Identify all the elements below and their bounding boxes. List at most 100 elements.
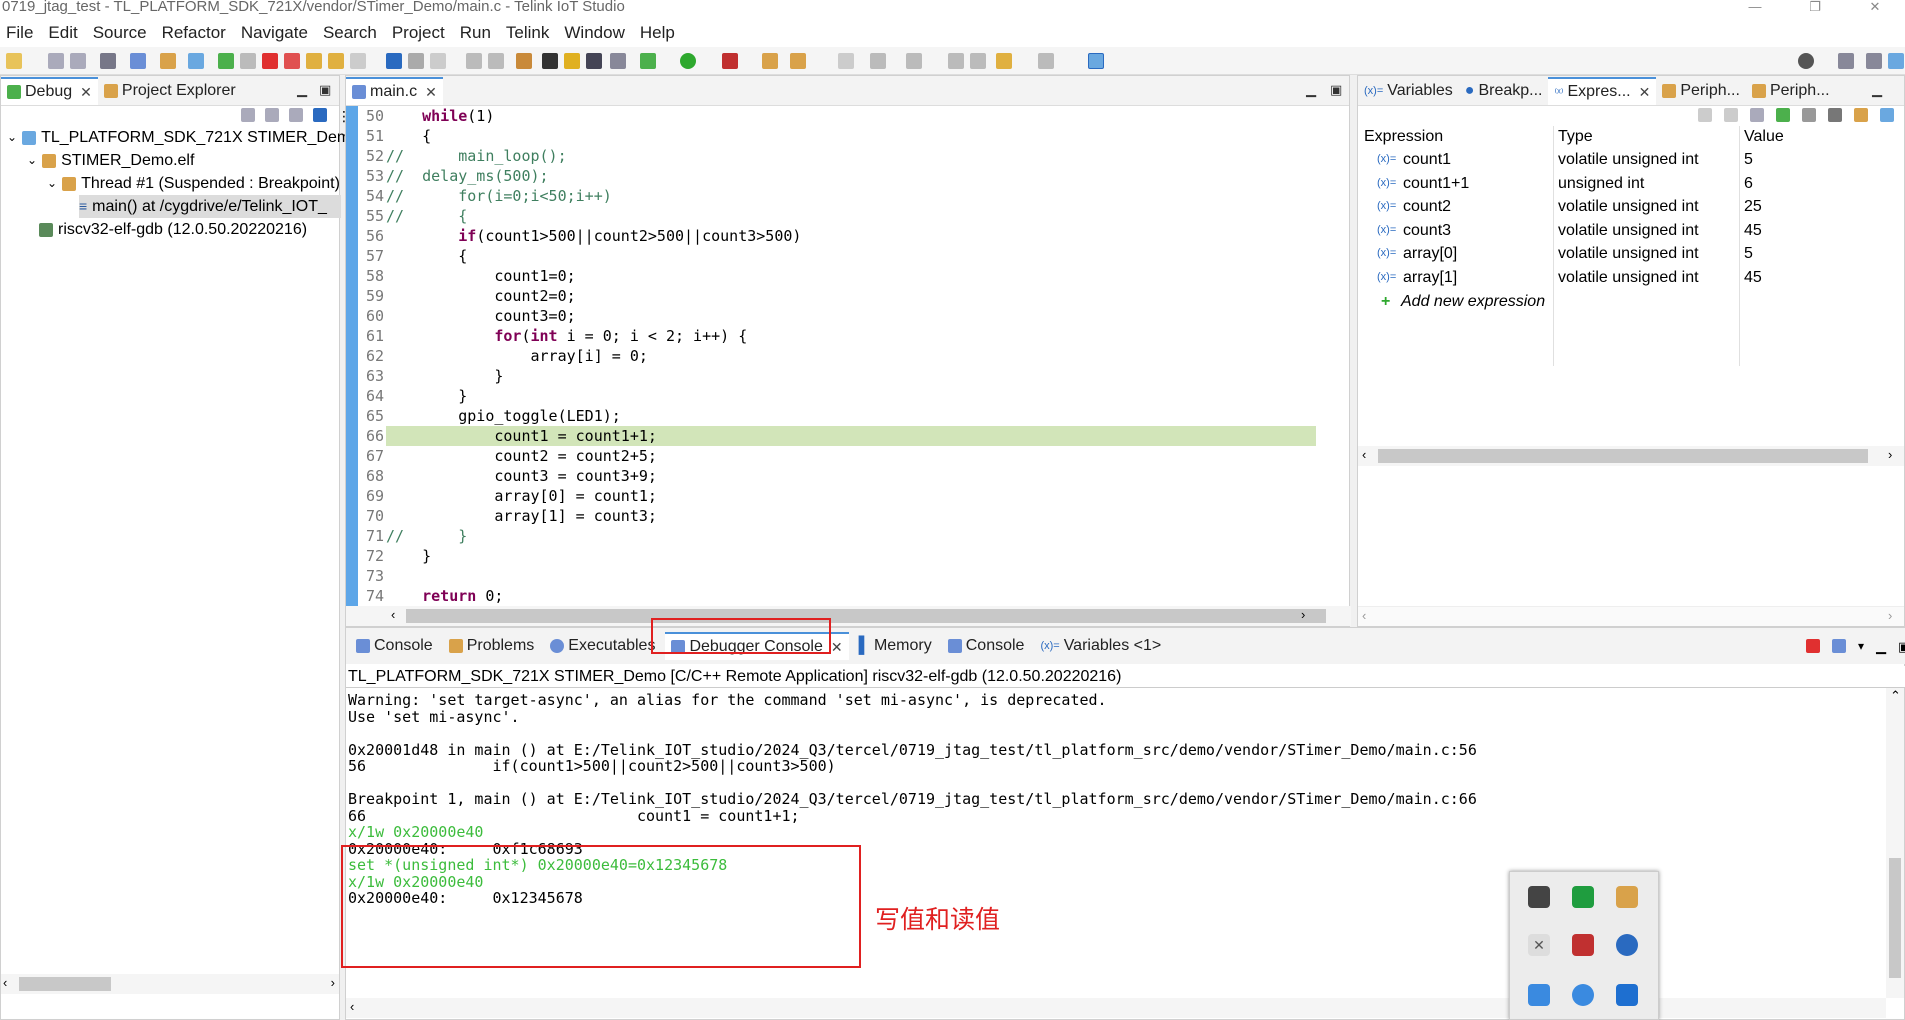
connect-icon[interactable] <box>516 53 532 69</box>
step-into-icon[interactable] <box>306 53 322 69</box>
view-menu-icon[interactable] <box>289 108 303 122</box>
scroll-right-icon[interactable]: › <box>331 975 335 990</box>
code-line[interactable]: // for(i=0;i<50;i++) <box>386 186 1316 206</box>
tab-executables[interactable]: Executables <box>544 632 661 660</box>
code-area[interactable]: while(1) {// main_loop();// delay_ms(500… <box>386 106 1316 606</box>
back-icon[interactable] <box>970 53 986 69</box>
save-icon[interactable] <box>48 53 64 69</box>
expression-row[interactable]: (x)= count3 volatile unsigned int 45 <box>1363 219 1903 242</box>
minimize-view-icon[interactable]: ▁ <box>1306 82 1316 98</box>
display-console-icon[interactable] <box>1832 639 1846 653</box>
scroll-left-icon[interactable]: ‹ <box>3 975 7 990</box>
code-line[interactable]: // } <box>386 526 1316 546</box>
code-line[interactable]: { <box>386 126 1316 146</box>
app-tray-icon[interactable] <box>1572 886 1594 908</box>
scroll-left-icon[interactable]: ‹ <box>391 607 395 622</box>
debug-perspective-icon[interactable] <box>1888 53 1904 69</box>
close-icon[interactable]: ✕ <box>80 84 92 101</box>
new-project-icon[interactable] <box>762 53 778 69</box>
maximize-view-icon[interactable]: ▣ <box>319 82 331 98</box>
chevron-down-icon[interactable]: ⌄ <box>47 172 57 195</box>
scroll-left-icon[interactable]: ‹ <box>1362 608 1366 623</box>
prev-annotation-icon[interactable] <box>906 53 922 69</box>
annotation-icon[interactable] <box>838 53 854 69</box>
expression-row[interactable]: (x)= count1 volatile unsigned int 5 <box>1363 148 1903 171</box>
maximize-view-icon[interactable]: ▣ <box>1898 639 1905 655</box>
menu-window[interactable]: Window <box>558 23 633 43</box>
code-line[interactable]: } <box>386 546 1316 566</box>
save-all-icon[interactable] <box>70 53 86 69</box>
add-new-expression-row[interactable]: + Add new expression <box>1363 290 1903 313</box>
maximize-view-icon[interactable]: ▣ <box>1330 82 1342 98</box>
tab-project-explorer[interactable]: Project Explorer <box>98 77 242 105</box>
debug-hscrollbar[interactable]: ‹ › <box>1 974 339 994</box>
code-line[interactable]: { <box>386 246 1316 266</box>
tab-breakpoints[interactable]: ● Breakp... <box>1459 77 1549 105</box>
remove-terminated-icon[interactable] <box>265 108 279 122</box>
remove-all-icon[interactable] <box>1828 108 1842 122</box>
instruction-step-icon[interactable] <box>386 53 402 69</box>
code-line[interactable]: return 0; <box>386 586 1316 606</box>
menu-file[interactable]: File <box>0 23 42 43</box>
code-line[interactable]: if(count1>500||count2>500||count3>500) <box>386 226 1316 246</box>
expression-row[interactable]: (x)= count1+1 unsigned int 6 <box>1363 172 1903 195</box>
code-line[interactable]: // delay_ms(500); <box>386 166 1316 186</box>
code-line[interactable]: count2 = count2+5; <box>386 446 1316 466</box>
expressions-hscrollbar[interactable]: ‹ › <box>1358 446 1904 466</box>
close-icon[interactable]: ✕ <box>1845 0 1905 18</box>
scroll-left-icon[interactable]: ‹ <box>1362 447 1366 462</box>
tree-elf[interactable]: ⌄ STIMER_Demo.elf <box>27 149 194 172</box>
tab-memory[interactable]: ▌ Memory <box>853 632 938 660</box>
printer-icon[interactable] <box>1616 886 1638 908</box>
close-icon[interactable]: ✕ <box>831 639 843 656</box>
pin-editor-icon[interactable] <box>1088 53 1104 69</box>
memory-icon[interactable] <box>564 53 580 69</box>
close-icon[interactable]: ✕ <box>425 84 437 101</box>
menu-run[interactable]: Run <box>454 23 500 43</box>
skip-breakpoints-icon[interactable] <box>188 53 204 69</box>
terminate-icon[interactable] <box>262 53 278 69</box>
tree-gdb[interactable]: riscv32-elf-gdb (12.0.50.20220216) <box>39 218 307 241</box>
close-icon[interactable]: ✕ <box>1639 84 1651 101</box>
tab-main-c[interactable]: main.c ✕ <box>346 77 443 105</box>
speaker-mute-icon[interactable]: ✕ <box>1528 934 1550 956</box>
onedrive-icon[interactable] <box>1616 984 1638 1006</box>
step-mode-icon[interactable] <box>313 108 327 122</box>
tab-expressions[interactable]: ⁽ˣ⁾ Expres... ✕ <box>1548 77 1657 105</box>
code-line[interactable]: array[i] = 0; <box>386 346 1316 366</box>
use-step-filters-icon[interactable] <box>430 53 446 69</box>
scrollbar-thumb[interactable] <box>19 977 111 991</box>
code-line[interactable]: array[0] = count1; <box>386 486 1316 506</box>
tab-variables[interactable]: (x)= Variables <box>1358 77 1459 105</box>
terminal-icon[interactable] <box>130 53 146 69</box>
menu-source[interactable]: Source <box>87 23 156 43</box>
code-line[interactable]: count3 = count3+9; <box>386 466 1316 486</box>
menu-help[interactable]: Help <box>634 23 684 43</box>
back-arrow-icon[interactable] <box>996 53 1012 69</box>
menu-search[interactable]: Search <box>317 23 386 43</box>
code-line[interactable]: count1 = count1+1; <box>386 426 1316 446</box>
column-value[interactable]: Value <box>1744 126 1784 148</box>
restore-icon[interactable]: ❐ <box>1785 0 1845 18</box>
tree-launch[interactable]: ⌄ TL_PLATFORM_SDK_721X STIMER_Demo <box>7 126 359 149</box>
code-line[interactable]: } <box>386 366 1316 386</box>
resume-icon[interactable] <box>218 53 234 69</box>
menu-project[interactable]: Project <box>386 23 454 43</box>
step-return-icon[interactable] <box>350 53 366 69</box>
build-icon[interactable] <box>100 53 116 69</box>
open-perspective-icon[interactable] <box>1838 53 1854 69</box>
show-type-icon[interactable] <box>1750 108 1764 122</box>
editor-hscrollbar[interactable]: ‹ › <box>346 606 1351 626</box>
c-perspective-icon[interactable] <box>1866 53 1882 69</box>
tab-problems[interactable]: Problems <box>443 632 541 660</box>
code-line[interactable]: count1=0; <box>386 266 1316 286</box>
tab-debug[interactable]: Debug ✕ <box>1 77 98 105</box>
scrollbar-thumb[interactable] <box>1889 858 1901 978</box>
drop-to-frame-icon[interactable] <box>408 53 424 69</box>
show-logical-icon[interactable] <box>1724 108 1738 122</box>
column-type[interactable]: Type <box>1558 126 1593 148</box>
search-tool-icon[interactable] <box>586 53 602 69</box>
scroll-up-icon[interactable]: ⌃ <box>1890 688 1901 704</box>
chevron-down-icon[interactable]: ▾ <box>1858 639 1864 655</box>
sync-icon[interactable] <box>1572 984 1594 1006</box>
